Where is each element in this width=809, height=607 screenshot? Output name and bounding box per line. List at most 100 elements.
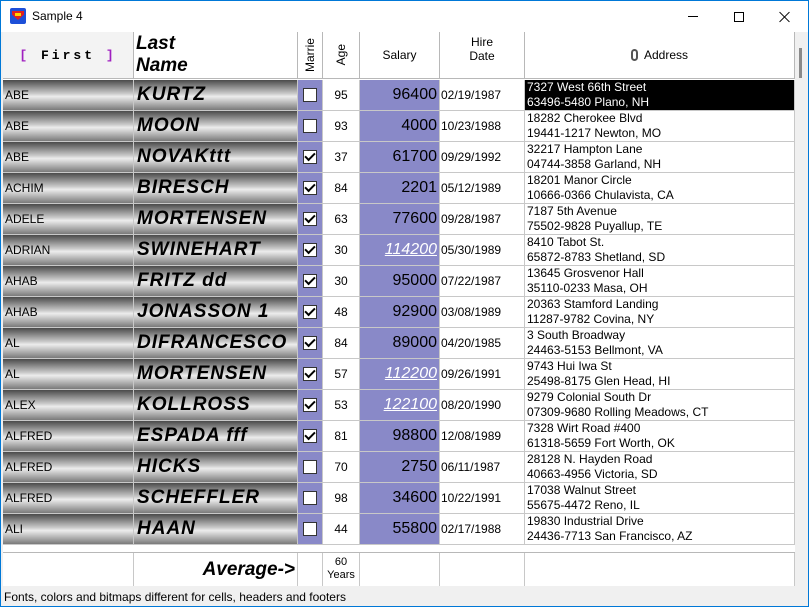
address-cell[interactable]: 18282 Cherokee Blvd 19441-1217 Newton, MO xyxy=(525,111,795,142)
married-cell[interactable] xyxy=(298,359,323,390)
address-cell[interactable]: 20363 Stamford Landing 11287-9782 Covina,… xyxy=(525,297,795,328)
address-cell[interactable]: 13645 Grosvenor Hall 35110-0233 Masa, OH xyxy=(525,266,795,297)
app-icon[interactable] xyxy=(10,8,26,24)
salary-cell[interactable]: 96400 xyxy=(360,80,440,111)
last-name-cell[interactable]: NOVAKttt xyxy=(134,142,298,173)
table-row[interactable]: ABE MOON 93 4000 10/23/1988 18282 Cherokee Bl… xyxy=(3,111,795,142)
header-last-name[interactable]: Last Name xyxy=(134,32,298,79)
scrollbar-thumb[interactable] xyxy=(799,48,802,78)
hire-date-cell[interactable]: 03/08/1989 xyxy=(440,297,525,328)
first-name-cell[interactable]: AHAB xyxy=(3,297,134,328)
table-row[interactable]: ADRIAN SWINEHART 30 114200 05/30/1989 8410 Ta… xyxy=(3,235,795,266)
hire-date-cell[interactable]: 08/20/1990 xyxy=(440,390,525,421)
salary-cell[interactable]: 122100 xyxy=(360,390,440,421)
table-row[interactable]: AL DIFRANCESCO 84 89000 04/20/1985 3 South Br… xyxy=(3,328,795,359)
header-hire-date[interactable]: Hire Date xyxy=(440,32,525,79)
first-name-cell[interactable]: ALFRED xyxy=(3,483,134,514)
age-cell[interactable]: 81 xyxy=(323,421,360,452)
married-checkbox[interactable] xyxy=(303,119,317,133)
hire-date-cell[interactable]: 05/12/1989 xyxy=(440,173,525,204)
first-name-cell[interactable]: ABE xyxy=(3,80,134,111)
married-cell[interactable] xyxy=(298,483,323,514)
last-name-cell[interactable]: KURTZ xyxy=(134,80,298,111)
hire-date-cell[interactable]: 09/29/1992 xyxy=(440,142,525,173)
salary-cell[interactable]: 112200 xyxy=(360,359,440,390)
address-cell[interactable]: 7328 Wirt Road #400 61318-5659 Fort Worth… xyxy=(525,421,795,452)
salary-cell[interactable]: 89000 xyxy=(360,328,440,359)
first-name-cell[interactable]: AHAB xyxy=(3,266,134,297)
age-cell[interactable]: 30 xyxy=(323,266,360,297)
hire-date-cell[interactable]: 06/11/1987 xyxy=(440,452,525,483)
salary-cell[interactable]: 114200 xyxy=(360,235,440,266)
salary-cell[interactable]: 2201 xyxy=(360,173,440,204)
age-cell[interactable]: 48 xyxy=(323,297,360,328)
last-name-cell[interactable]: MORTENSEN xyxy=(134,204,298,235)
table-row[interactable]: AL MORTENSEN 57 112200 09/26/1991 9743 Hui Iw… xyxy=(3,359,795,390)
married-cell[interactable] xyxy=(298,390,323,421)
age-cell[interactable]: 84 xyxy=(323,328,360,359)
married-checkbox[interactable] xyxy=(303,367,317,381)
married-cell[interactable] xyxy=(298,266,323,297)
last-name-cell[interactable]: DIFRANCESCO xyxy=(134,328,298,359)
age-cell[interactable]: 95 xyxy=(323,80,360,111)
first-name-cell[interactable]: ADELE xyxy=(3,204,134,235)
address-cell[interactable]: 9279 Colonial South Dr 07309-9680 Rolling… xyxy=(525,390,795,421)
address-cell[interactable]: 17038 Walnut Street 55675-4472 Reno, IL xyxy=(525,483,795,514)
age-cell[interactable]: 37 xyxy=(323,142,360,173)
age-cell[interactable]: 93 xyxy=(323,111,360,142)
header-salary[interactable]: Salary xyxy=(360,32,440,79)
first-name-cell[interactable]: AL xyxy=(3,328,134,359)
data-grid[interactable]: [ First ] Last Name Marrie Age Salary Hir… xyxy=(3,32,795,586)
table-row[interactable]: ALFRED SCHEFFLER 98 34600 10/22/1991 17038 Wa… xyxy=(3,483,795,514)
salary-cell[interactable]: 98800 xyxy=(360,421,440,452)
first-name-cell[interactable]: ALEX xyxy=(3,390,134,421)
last-name-cell[interactable]: HICKS xyxy=(134,452,298,483)
address-cell[interactable]: 32217 Hampton Lane 04744-3858 Garland, NH xyxy=(525,142,795,173)
hire-date-cell[interactable]: 10/22/1991 xyxy=(440,483,525,514)
age-cell[interactable]: 84 xyxy=(323,173,360,204)
married-checkbox[interactable] xyxy=(303,305,317,319)
address-cell[interactable]: 3 South Broadway 24463-5153 Bellmont, VA xyxy=(525,328,795,359)
address-cell[interactable]: 28128 N. Hayden Road 40663-4956 Victoria,… xyxy=(525,452,795,483)
first-name-cell[interactable]: ABE xyxy=(3,111,134,142)
table-row[interactable]: AHAB FRITZ dd 30 95000 07/22/1987 13645 Grosv… xyxy=(3,266,795,297)
married-cell[interactable] xyxy=(298,514,323,545)
table-row[interactable]: ADELE MORTENSEN 63 77600 09/28/1987 7187 5th … xyxy=(3,204,795,235)
hire-date-cell[interactable]: 02/19/1987 xyxy=(440,80,525,111)
maximize-button[interactable] xyxy=(716,1,762,32)
married-cell[interactable] xyxy=(298,204,323,235)
hire-date-cell[interactable]: 02/17/1988 xyxy=(440,514,525,545)
table-row[interactable]: ALEX KOLLROSS 53 122100 08/20/1990 9279 Colon… xyxy=(3,390,795,421)
header-age[interactable]: Age xyxy=(323,32,360,79)
age-cell[interactable]: 44 xyxy=(323,514,360,545)
address-cell[interactable]: 18201 Manor Circle 10666-0366 Chulavista,… xyxy=(525,173,795,204)
first-name-cell[interactable]: ABE xyxy=(3,142,134,173)
hire-date-cell[interactable]: 07/22/1987 xyxy=(440,266,525,297)
age-cell[interactable]: 30 xyxy=(323,235,360,266)
last-name-cell[interactable]: ESPADA fff xyxy=(134,421,298,452)
first-name-cell[interactable]: ALI xyxy=(3,514,134,545)
header-address[interactable]: Address xyxy=(525,32,795,79)
married-cell[interactable] xyxy=(298,111,323,142)
table-row[interactable]: ALFRED HICKS 70 2750 06/11/1987 28128 N. Hayd… xyxy=(3,452,795,483)
header-first-name[interactable]: [ First ] xyxy=(3,32,134,79)
age-cell[interactable]: 57 xyxy=(323,359,360,390)
married-cell[interactable] xyxy=(298,173,323,204)
married-cell[interactable] xyxy=(298,142,323,173)
address-cell[interactable]: 19830 Industrial Drive 24436-7713 San Fra… xyxy=(525,514,795,545)
age-cell[interactable]: 70 xyxy=(323,452,360,483)
hire-date-cell[interactable]: 05/30/1989 xyxy=(440,235,525,266)
table-row[interactable]: AHAB JONASSON 1 48 92900 03/08/1989 20363 Sta… xyxy=(3,297,795,328)
married-checkbox[interactable] xyxy=(303,212,317,226)
last-name-cell[interactable]: MOON xyxy=(134,111,298,142)
married-checkbox[interactable] xyxy=(303,522,317,536)
header-married[interactable]: Marrie xyxy=(298,32,323,79)
last-name-cell[interactable]: BIRESCH xyxy=(134,173,298,204)
last-name-cell[interactable]: SWINEHART xyxy=(134,235,298,266)
married-checkbox[interactable] xyxy=(303,181,317,195)
married-checkbox[interactable] xyxy=(303,243,317,257)
married-checkbox[interactable] xyxy=(303,429,317,443)
married-checkbox[interactable] xyxy=(303,150,317,164)
table-row[interactable]: ABE NOVAKttt 37 61700 09/29/1992 32217 Hampto… xyxy=(3,142,795,173)
hire-date-cell[interactable]: 12/08/1989 xyxy=(440,421,525,452)
